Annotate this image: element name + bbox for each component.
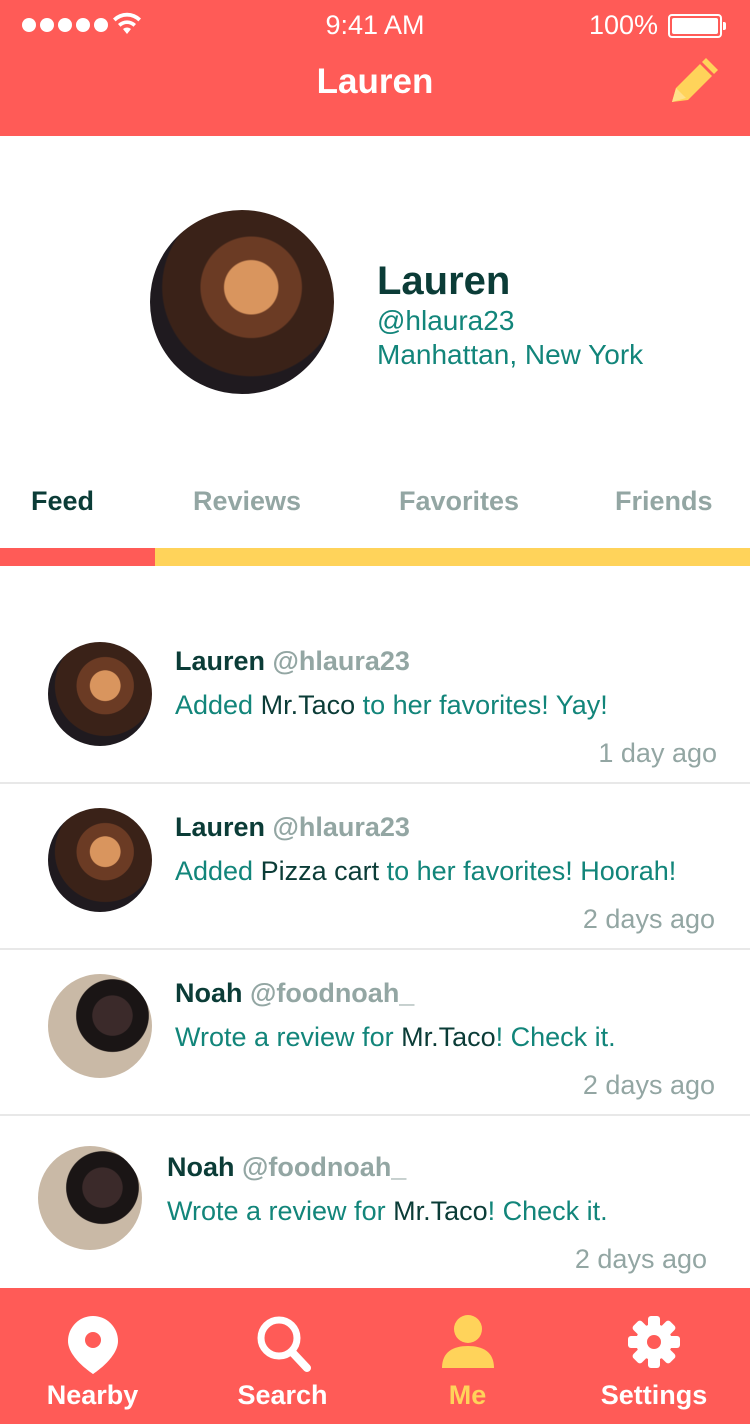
feed-object-link[interactable]: Mr.Taco (401, 1022, 496, 1052)
feed-object-link[interactable]: Pizza cart (261, 856, 380, 886)
avatar[interactable] (38, 1146, 142, 1250)
feed-item[interactable]: Noah @foodnoah_ Wrote a review for Mr.Ta… (0, 1116, 750, 1288)
nav-label: Nearby (46, 1380, 139, 1410)
edit-pencil-icon[interactable] (666, 58, 718, 108)
profile-location: Manhattan, New York (377, 339, 644, 370)
profile-handle: @hlaura23 (377, 305, 515, 336)
feed-message-suffix: ! Check it. (487, 1196, 608, 1226)
profile-name: Lauren (377, 259, 511, 303)
active-tab-indicator (0, 548, 155, 566)
feed-author-name[interactable]: Lauren (175, 812, 265, 842)
bottom-nav: Nearby Search Me Settings (0, 1288, 750, 1424)
feed-message: Added Mr.Taco to her favorites! Yay! (175, 690, 608, 721)
feed-author-handle[interactable]: @hlaura23 (273, 812, 410, 842)
status-bar: 9:41 AM 100% (0, 8, 750, 42)
feed-object-link[interactable]: Mr.Taco (261, 690, 356, 720)
feed-item[interactable]: Noah @foodnoah_ Wrote a review for Mr.Ta… (0, 950, 750, 1116)
avatar[interactable] (48, 808, 152, 912)
nav-label: Me (448, 1380, 487, 1410)
feed-object-link[interactable]: Mr.Taco (393, 1196, 488, 1226)
feed-message: Wrote a review for Mr.Taco! Check it. (167, 1196, 608, 1227)
feed-author-name[interactable]: Noah (167, 1152, 235, 1182)
feed-message-prefix: Added (175, 856, 261, 886)
feed-message-suffix: to her favorites! Yay! (355, 690, 608, 720)
app-header: 9:41 AM 100% Lauren (0, 0, 750, 136)
tab-reviews[interactable]: Reviews (193, 486, 301, 517)
feed-message: Added Pizza cart to her favorites! Hoora… (175, 856, 676, 887)
nav-item-search[interactable]: Search (215, 1288, 350, 1424)
feed-timestamp: 1 day ago (598, 738, 717, 768)
feed-author-handle[interactable]: @foodnoah_ (242, 1152, 406, 1182)
tab-feed[interactable]: Feed (31, 486, 94, 517)
feed-author-handle[interactable]: @foodnoah_ (250, 978, 414, 1008)
tab-underline-bar (0, 548, 750, 566)
feed-author-name[interactable]: Lauren (175, 646, 265, 676)
feed-timestamp: 2 days ago (582, 904, 715, 934)
feed-author-name[interactable]: Noah (175, 978, 243, 1008)
nav-label: Search (237, 1380, 328, 1410)
feed-timestamp: 2 days ago (582, 1070, 715, 1100)
avatar[interactable] (48, 642, 152, 746)
feed-author-handle[interactable]: @hlaura23 (273, 646, 410, 676)
feed-message: Wrote a review for Mr.Taco! Check it. (175, 1022, 616, 1053)
map-pin-icon (66, 1314, 120, 1383)
feed-author: Lauren @hlaura23 (175, 646, 410, 677)
search-icon (255, 1314, 311, 1379)
feed-message-prefix: Added (175, 690, 261, 720)
profile-avatar[interactable] (150, 210, 334, 394)
user-icon (441, 1314, 495, 1375)
profile-info: Lauren @hlaura23 Manhattan, New York (377, 258, 643, 372)
gear-icon (626, 1314, 682, 1377)
page-title: Lauren (316, 62, 434, 101)
battery-percent: 100% (588, 10, 658, 40)
feed-message-prefix: Wrote a review for (167, 1196, 394, 1226)
feed-item[interactable]: Lauren @hlaura23 Added Pizza cart to her… (0, 784, 750, 950)
feed-message-prefix: Wrote a review for (175, 1022, 402, 1052)
feed-author: Noah @foodnoah_ (175, 978, 414, 1009)
feed-message-suffix: ! Check it. (495, 1022, 616, 1052)
feed-item[interactable]: Lauren @hlaura23 Added Mr.Taco to her fa… (0, 616, 750, 784)
feed-message-suffix: to her favorites! Hoorah! (379, 856, 677, 886)
battery-icon (668, 14, 726, 38)
nav-item-nearby[interactable]: Nearby (20, 1288, 165, 1424)
profile-tabs: Feed Reviews Favorites Friends (0, 476, 750, 526)
tab-favorites[interactable]: Favorites (399, 486, 519, 517)
feed-timestamp: 2 days ago (574, 1244, 707, 1274)
nav-item-settings[interactable]: Settings (590, 1288, 718, 1424)
nav-label: Settings (600, 1380, 708, 1410)
feed-author: Noah @foodnoah_ (167, 1152, 406, 1183)
feed-author: Lauren @hlaura23 (175, 812, 410, 843)
nav-item-me[interactable]: Me (420, 1288, 515, 1424)
avatar[interactable] (48, 974, 152, 1078)
tab-friends[interactable]: Friends (615, 486, 713, 517)
